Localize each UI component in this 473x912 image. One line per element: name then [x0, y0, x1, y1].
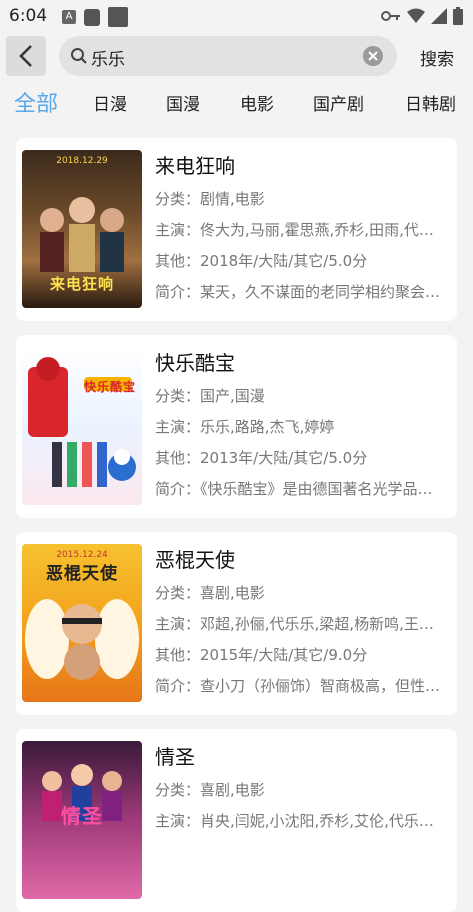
movie-poster: 快乐酷宝	[22, 347, 142, 505]
poster-title: 快乐酷宝	[83, 380, 136, 394]
movie-info: 其他：2018年/大陆/其它/5.0分	[155, 252, 368, 270]
movie-title: 来电狂响	[155, 154, 235, 178]
movie-info: 其他：2015年/大陆/其它/9.0分	[155, 646, 368, 664]
status-bar: 6:04 A	[0, 0, 473, 32]
movie-title: 情圣	[155, 745, 195, 769]
back-button[interactable]	[6, 36, 46, 76]
movie-category: 分类：喜剧,电影	[155, 781, 265, 799]
search-input[interactable]: 乐乐	[59, 36, 397, 76]
chevron-left-icon	[19, 45, 32, 67]
movie-summary: 简介：《快乐酷宝》是由德国著名光学品…	[155, 480, 433, 498]
search-icon	[71, 48, 87, 64]
list-item[interactable]: 2015.12.24 恶棍天使 恶棍天使 分类：喜剧,电影 主演：邓超,孙俪,代…	[16, 532, 457, 715]
app-notification-icon-2	[108, 7, 128, 27]
movie-summary: 简介：查小刀（孙俪饰）智商极高，但性…	[155, 677, 441, 695]
a-notification-icon: A	[62, 10, 76, 24]
tab-all[interactable]: 全部	[14, 86, 58, 118]
list-item[interactable]: 2018.12.29 来电狂响 来电狂响 分类：剧情,电影 主演：佟大为,马丽,…	[16, 138, 457, 321]
movie-category: 分类：国产,国漫	[155, 387, 265, 405]
poster-figures	[28, 357, 136, 487]
status-notification-icons: A	[62, 7, 128, 27]
movie-cast: 主演：邓超,孙俪,代乐乐,梁超,杨新鸣,王…	[155, 615, 434, 633]
tab-movies[interactable]: 电影	[240, 90, 274, 115]
movie-title: 快乐酷宝	[155, 351, 235, 375]
movie-poster: 2018.12.29 来电狂响	[22, 150, 142, 308]
app-notification-icon	[84, 8, 100, 26]
tab-chinese-drama[interactable]: 国产剧	[313, 90, 364, 115]
poster-title: 来电狂响	[49, 275, 114, 293]
movie-cast: 主演：佟大为,马丽,霍思燕,乔杉,田雨,代…	[155, 221, 434, 239]
search-query-text: 乐乐	[91, 50, 125, 70]
tab-chinese-anime[interactable]: 国漫	[166, 90, 200, 115]
tab-japanese-anime[interactable]: 日漫	[93, 90, 127, 115]
search-header: 乐乐 搜索	[0, 32, 473, 82]
movie-category: 分类：剧情,电影	[155, 190, 265, 208]
signal-icon	[431, 8, 447, 24]
key-icon	[381, 11, 400, 21]
movie-category: 分类：喜剧,电影	[155, 584, 265, 602]
movie-title: 恶棍天使	[155, 548, 235, 572]
list-item[interactable]: 情圣 情圣 分类：喜剧,电影 主演：肖央,闫妮,小沈阳,乔杉,艾伦,代乐…	[16, 729, 457, 912]
movie-cast: 主演：肖央,闫妮,小沈阳,乔杉,艾伦,代乐…	[155, 812, 434, 830]
movie-poster: 情圣	[22, 741, 142, 899]
list-item[interactable]: 快乐酷宝 快乐酷宝 分类：国产,国漫 主演：乐乐,路路,杰飞,婷婷 其他：201…	[16, 335, 457, 518]
movie-poster: 2015.12.24 恶棍天使	[22, 544, 142, 702]
clear-icon[interactable]	[363, 46, 383, 66]
status-system-icons	[381, 7, 463, 25]
search-button[interactable]: 搜索	[420, 45, 454, 70]
wifi-icon	[407, 8, 425, 23]
poster-title: 恶棍天使	[46, 564, 118, 584]
movie-info: 其他：2013年/大陆/其它/5.0分	[155, 449, 368, 467]
category-tabs: 全部 日漫 国漫 电影 国产剧 日韩剧	[0, 86, 473, 122]
status-time: 6:04	[9, 6, 48, 26]
battery-icon	[453, 7, 463, 25]
tab-jk-drama[interactable]: 日韩剧	[405, 90, 456, 115]
poster-title: 情圣	[61, 804, 103, 828]
movie-cast: 主演：乐乐,路路,杰飞,婷婷	[155, 418, 335, 436]
movie-summary: 简介：某天，久不谋面的老同学相约聚会…	[155, 283, 441, 301]
